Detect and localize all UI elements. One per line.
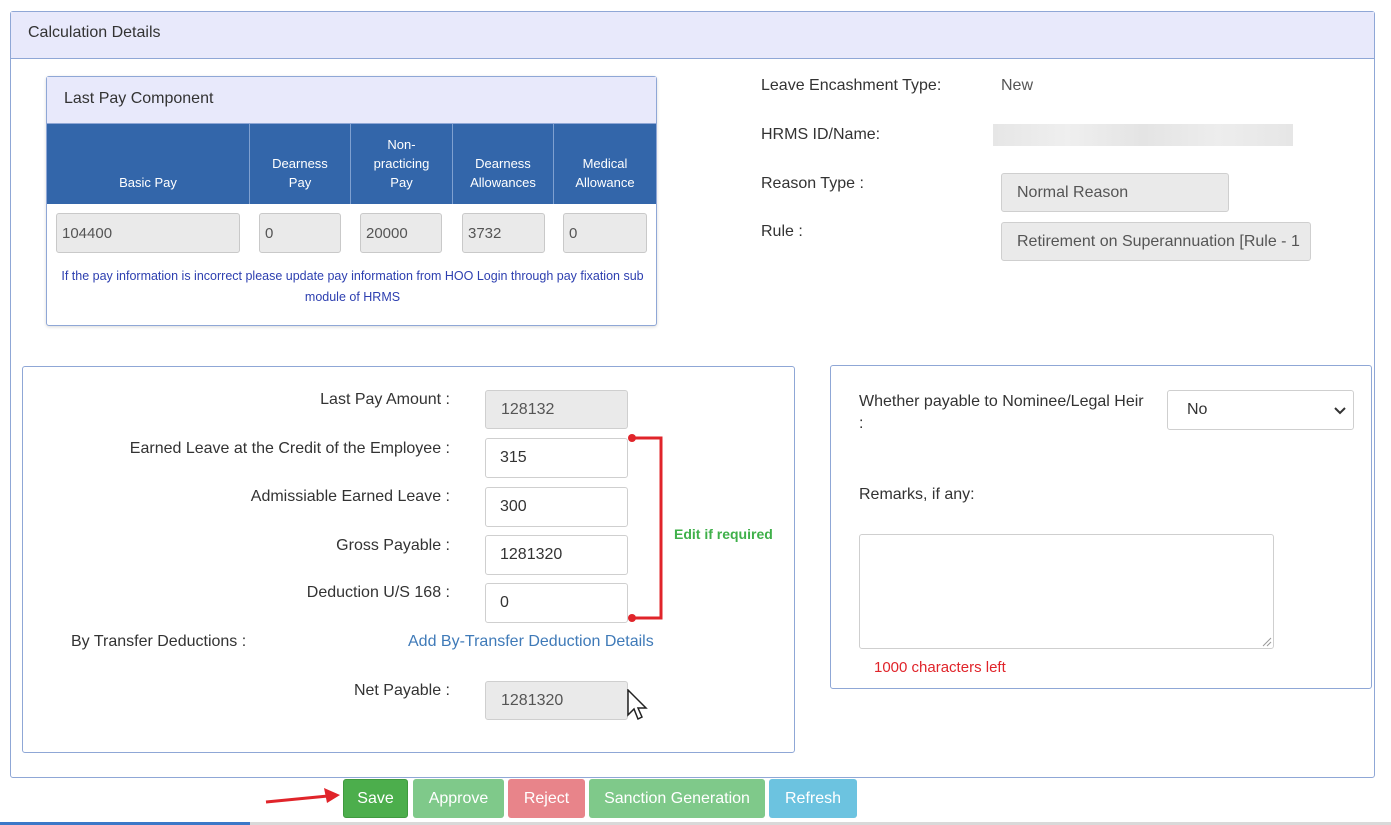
pay-info-note: If the pay information is incorrect plea… bbox=[61, 269, 644, 304]
chevron-down-icon bbox=[1334, 407, 1346, 415]
dearness-pay-field: 0 bbox=[259, 213, 341, 253]
net-payable-label: Net Payable : bbox=[353, 682, 450, 699]
leave-encashment-type-label: Leave Encashment Type: bbox=[761, 77, 942, 94]
save-button[interactable]: Save bbox=[343, 779, 408, 818]
panel-header bbox=[11, 12, 1374, 59]
header-non-practicing-pay-label: Non-practicing Pay bbox=[373, 137, 430, 190]
remarks-label: Remarks, if any: bbox=[859, 486, 975, 503]
deduction-input[interactable]: 0 bbox=[485, 583, 628, 623]
leave-encashment-type-value: New bbox=[1001, 77, 1034, 94]
nominee-select[interactable]: No bbox=[1167, 390, 1354, 430]
header-basic-pay: Basic Pay bbox=[47, 124, 250, 204]
header-medical-allowance-label: Medical Allowance bbox=[575, 156, 635, 190]
remarks-textarea[interactable] bbox=[859, 534, 1274, 649]
deduction-label: Deduction U/S 168 : bbox=[306, 584, 450, 601]
reason-type-label: Reason Type : bbox=[761, 175, 864, 192]
header-dearness-pay: Dearness Pay bbox=[250, 124, 351, 204]
medical-allowance-field: 0 bbox=[563, 213, 647, 253]
header-dearness-allowances-label: Dearness Allowances bbox=[470, 156, 536, 190]
last-pay-amount-label: Last Pay Amount : bbox=[320, 391, 450, 408]
header-non-practicing-pay: Non-practicing Pay bbox=[351, 124, 453, 204]
admissible-earned-leave-input[interactable]: 300 bbox=[485, 487, 628, 527]
header-dearness-allowances: Dearness Allowances bbox=[453, 124, 554, 204]
panel-title: Calculation Details bbox=[28, 24, 161, 41]
gross-payable-input[interactable]: 1281320 bbox=[485, 535, 628, 575]
by-transfer-deductions-label: By Transfer Deductions : bbox=[71, 633, 247, 650]
header-medical-allowance: Medical Allowance bbox=[554, 124, 656, 204]
earned-leave-input[interactable]: 315 bbox=[485, 438, 628, 478]
reject-button[interactable]: Reject bbox=[508, 779, 585, 818]
arrow-annotation-icon bbox=[265, 788, 340, 804]
non-practicing-pay-field: 20000 bbox=[360, 213, 442, 253]
rule-label: Rule : bbox=[761, 223, 803, 240]
nominee-label: Whether payable to Nominee/Legal Heir : bbox=[859, 393, 1144, 432]
hrms-id-redacted bbox=[993, 124, 1293, 146]
hrms-id-label: HRMS ID/Name: bbox=[761, 126, 881, 143]
characters-left-counter: 1000 characters left bbox=[874, 659, 1006, 676]
edit-if-required-note: Edit if required bbox=[674, 526, 773, 542]
mouse-cursor-icon bbox=[627, 689, 648, 721]
gross-payable-label: Gross Payable : bbox=[336, 537, 450, 554]
last-pay-component-title: Last Pay Component bbox=[64, 90, 214, 107]
basic-pay-field: 104400 bbox=[56, 213, 240, 253]
nominee-select-value: No bbox=[1187, 401, 1208, 418]
add-transfer-deduction-link[interactable]: Add By-Transfer Deduction Details bbox=[408, 633, 654, 651]
admissible-earned-leave-label: Admissiable Earned Leave : bbox=[250, 488, 450, 505]
dearness-allowances-field: 3732 bbox=[462, 213, 545, 253]
earned-leave-label: Earned Leave at the Credit of the Employ… bbox=[129, 440, 450, 457]
header-dearness-pay-label: Dearness Pay bbox=[272, 156, 328, 190]
reason-type-field: Normal Reason bbox=[1001, 173, 1229, 212]
approve-button[interactable]: Approve bbox=[413, 779, 504, 818]
rule-field: Retirement on Superannuation [Rule - 1 bbox=[1001, 222, 1311, 261]
net-payable-field: 1281320 bbox=[485, 681, 628, 720]
edit-bracket-annotation bbox=[628, 434, 663, 622]
sanction-generation-button[interactable]: Sanction Generation bbox=[589, 779, 765, 818]
refresh-button[interactable]: Refresh bbox=[769, 779, 857, 818]
resize-handle-icon[interactable] bbox=[1262, 637, 1272, 647]
last-pay-amount-field: 128132 bbox=[485, 390, 628, 429]
